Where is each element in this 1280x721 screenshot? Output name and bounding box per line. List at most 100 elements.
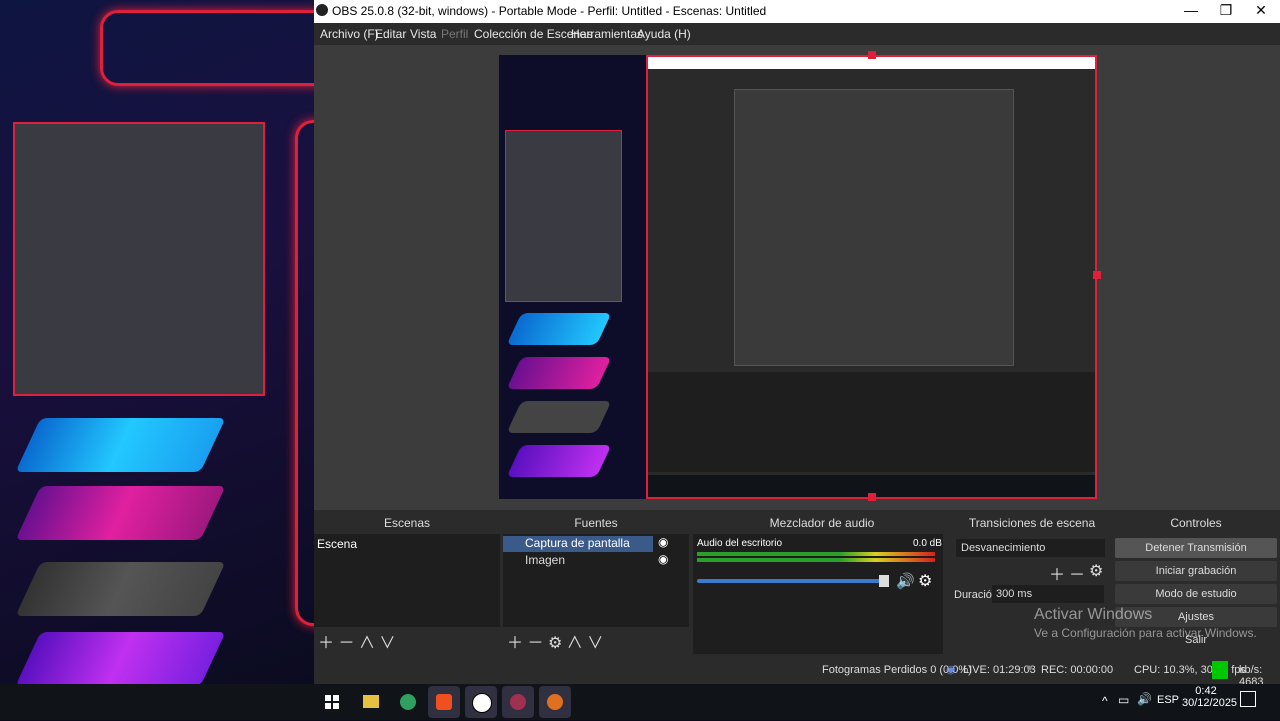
sources-buttons: ＋ － ⚙ ∧ ∨	[507, 629, 603, 653]
mixer-channel-name: Audio del escritorio	[697, 538, 783, 549]
nested-preview	[734, 89, 1014, 366]
up-icon[interactable]: ∧	[359, 635, 375, 652]
clock[interactable]: 0:42 30/12/2025	[1182, 685, 1238, 709]
overlay-button-purple	[15, 632, 226, 684]
screen-capture-source[interactable]	[646, 55, 1097, 499]
maximize-button[interactable]: ❐	[1211, 2, 1241, 20]
transitions-title: Transiciones de escena	[952, 513, 1112, 533]
watermark-line2: Ve a Configuración para activar Windows.	[1034, 626, 1257, 640]
preview-area[interactable]	[314, 45, 1280, 510]
selection-handle[interactable]	[868, 51, 876, 59]
overlay-camera-frame	[13, 122, 265, 396]
down-icon[interactable]: ∨	[379, 635, 395, 652]
rec-time: REC: 00:00:00	[1041, 664, 1114, 676]
tray-expand-icon[interactable]: ^	[1102, 694, 1108, 708]
remove-icon[interactable]: －	[338, 635, 354, 652]
down-icon[interactable]: ∨	[587, 635, 603, 652]
menu-editar[interactable]: Editar	[375, 27, 406, 41]
transition-select[interactable]: Desvanecimiento	[956, 539, 1105, 557]
scenes-buttons: ＋ － ∧ ∨	[318, 629, 395, 653]
window-title: OBS 25.0.8 (32-bit, windows) - Portable …	[332, 4, 767, 18]
clock-date: 30/12/2025	[1182, 697, 1238, 709]
neon-frame-top	[100, 10, 314, 86]
obs-logo-icon	[316, 4, 328, 16]
studio-mode-button[interactable]: Modo de estudio	[1115, 584, 1277, 604]
remove-icon[interactable]: －	[1069, 561, 1085, 585]
gear-icon[interactable]: ⚙	[918, 571, 932, 591]
add-icon[interactable]: ＋	[1049, 561, 1065, 585]
duration-input[interactable]: 300 ms	[992, 585, 1104, 603]
desktop-background	[0, 0, 314, 684]
preview-overlay-frame	[505, 130, 622, 302]
volume-slider-handle[interactable]	[879, 575, 889, 587]
scenes-dock: Escenas Escena ＋ － ∧ ∨	[314, 513, 500, 658]
menu-archivo[interactable]: Archivo (F)	[320, 27, 379, 41]
health-indicator	[1212, 661, 1228, 679]
eye-icon[interactable]: ◉	[658, 552, 668, 566]
scene-item[interactable]: Escena	[314, 534, 500, 554]
stop-stream-button[interactable]: Detener Transmisión	[1115, 538, 1277, 558]
cpu-fps: CPU: 10.3%, 30.00 fps	[1134, 664, 1246, 676]
volume-meter	[697, 558, 935, 562]
remove-icon[interactable]: －	[527, 635, 543, 652]
mixer-title: Mezclador de audio	[693, 513, 951, 533]
start-recording-button[interactable]: Iniciar grabación	[1115, 561, 1277, 581]
volume-slider[interactable]	[697, 579, 887, 583]
app-icon[interactable]	[502, 686, 534, 718]
watermark-line1: Activar Windows	[1034, 606, 1153, 623]
source-item[interactable]: Imagen	[503, 553, 653, 569]
scenes-title: Escenas	[314, 513, 500, 533]
sources-list[interactable]: Captura de pantalla Imagen ◉ ◉	[503, 534, 689, 627]
gear-icon[interactable]: ⚙	[548, 635, 562, 652]
preview-button-cyan	[506, 313, 612, 345]
clock-time: 0:42	[1195, 685, 1217, 697]
menu-herramientas[interactable]: Herramientas	[571, 27, 643, 41]
obs-icon[interactable]	[465, 686, 497, 718]
add-icon[interactable]: ＋	[507, 635, 523, 652]
preview-button-magenta	[506, 357, 612, 389]
language-indicator[interactable]: ESP	[1157, 694, 1179, 706]
network-icon[interactable]: ▭	[1118, 693, 1129, 707]
browser-icon[interactable]	[392, 686, 424, 718]
selection-handle[interactable]	[1093, 271, 1101, 279]
menu-ayuda[interactable]: Ayuda (H)	[637, 27, 691, 41]
overlay-button-magenta	[15, 486, 226, 540]
controls-title: Controles	[1115, 513, 1277, 533]
minimize-button[interactable]: —	[1176, 2, 1206, 20]
menu-bar: Archivo (F) Editar Vista Perfil Colecció…	[314, 23, 1280, 45]
nested-docks	[648, 372, 1095, 472]
menu-perfil[interactable]: Perfil	[441, 27, 468, 41]
mixer-body: Audio del escritorio 0.0 dB 🔊 ⚙	[693, 534, 943, 654]
scenes-list[interactable]: Escena	[314, 534, 500, 627]
title-bar: OBS 25.0.8 (32-bit, windows) - Portable …	[314, 0, 1280, 23]
speaker-icon[interactable]: 🔊	[896, 572, 915, 590]
volume-icon[interactable]: 🔊	[1137, 692, 1152, 706]
up-icon[interactable]: ∧	[567, 635, 583, 652]
app-icon[interactable]	[539, 686, 571, 718]
notifications-icon[interactable]	[1240, 691, 1256, 707]
neon-frame-right	[295, 120, 314, 626]
preview-button-grey	[506, 401, 612, 433]
overlay-button-cyan	[15, 418, 226, 472]
preview-button-purple	[506, 445, 612, 477]
taskbar: ^ ▭ 🔊 ESP 0:42 30/12/2025	[0, 684, 1280, 720]
windows-icon	[325, 695, 339, 709]
menu-vista[interactable]: Vista	[410, 27, 436, 41]
file-explorer-icon[interactable]	[354, 686, 386, 718]
sources-title: Fuentes	[503, 513, 689, 533]
eye-icon[interactable]: ◉	[658, 535, 668, 549]
overlay-button-grey	[15, 562, 226, 616]
selection-handle[interactable]	[868, 493, 876, 501]
audio-mixer-dock: Mezclador de audio Audio del escritorio …	[693, 513, 951, 658]
obs-window: OBS 25.0.8 (32-bit, windows) - Portable …	[314, 0, 1280, 688]
start-button[interactable]	[316, 686, 348, 718]
volume-meter	[697, 552, 935, 556]
add-icon[interactable]: ＋	[318, 635, 334, 652]
mixer-level: 0.0 dB	[913, 538, 942, 549]
close-button[interactable]: ✕	[1246, 2, 1276, 20]
gear-icon[interactable]: ⚙	[1089, 561, 1103, 581]
sources-dock: Fuentes Captura de pantalla Imagen ◉ ◉ ＋…	[503, 513, 689, 658]
source-item-selected[interactable]: Captura de pantalla	[503, 536, 653, 552]
live-time: LIVE: 01:29:03	[963, 664, 1036, 676]
brave-icon[interactable]	[428, 686, 460, 718]
